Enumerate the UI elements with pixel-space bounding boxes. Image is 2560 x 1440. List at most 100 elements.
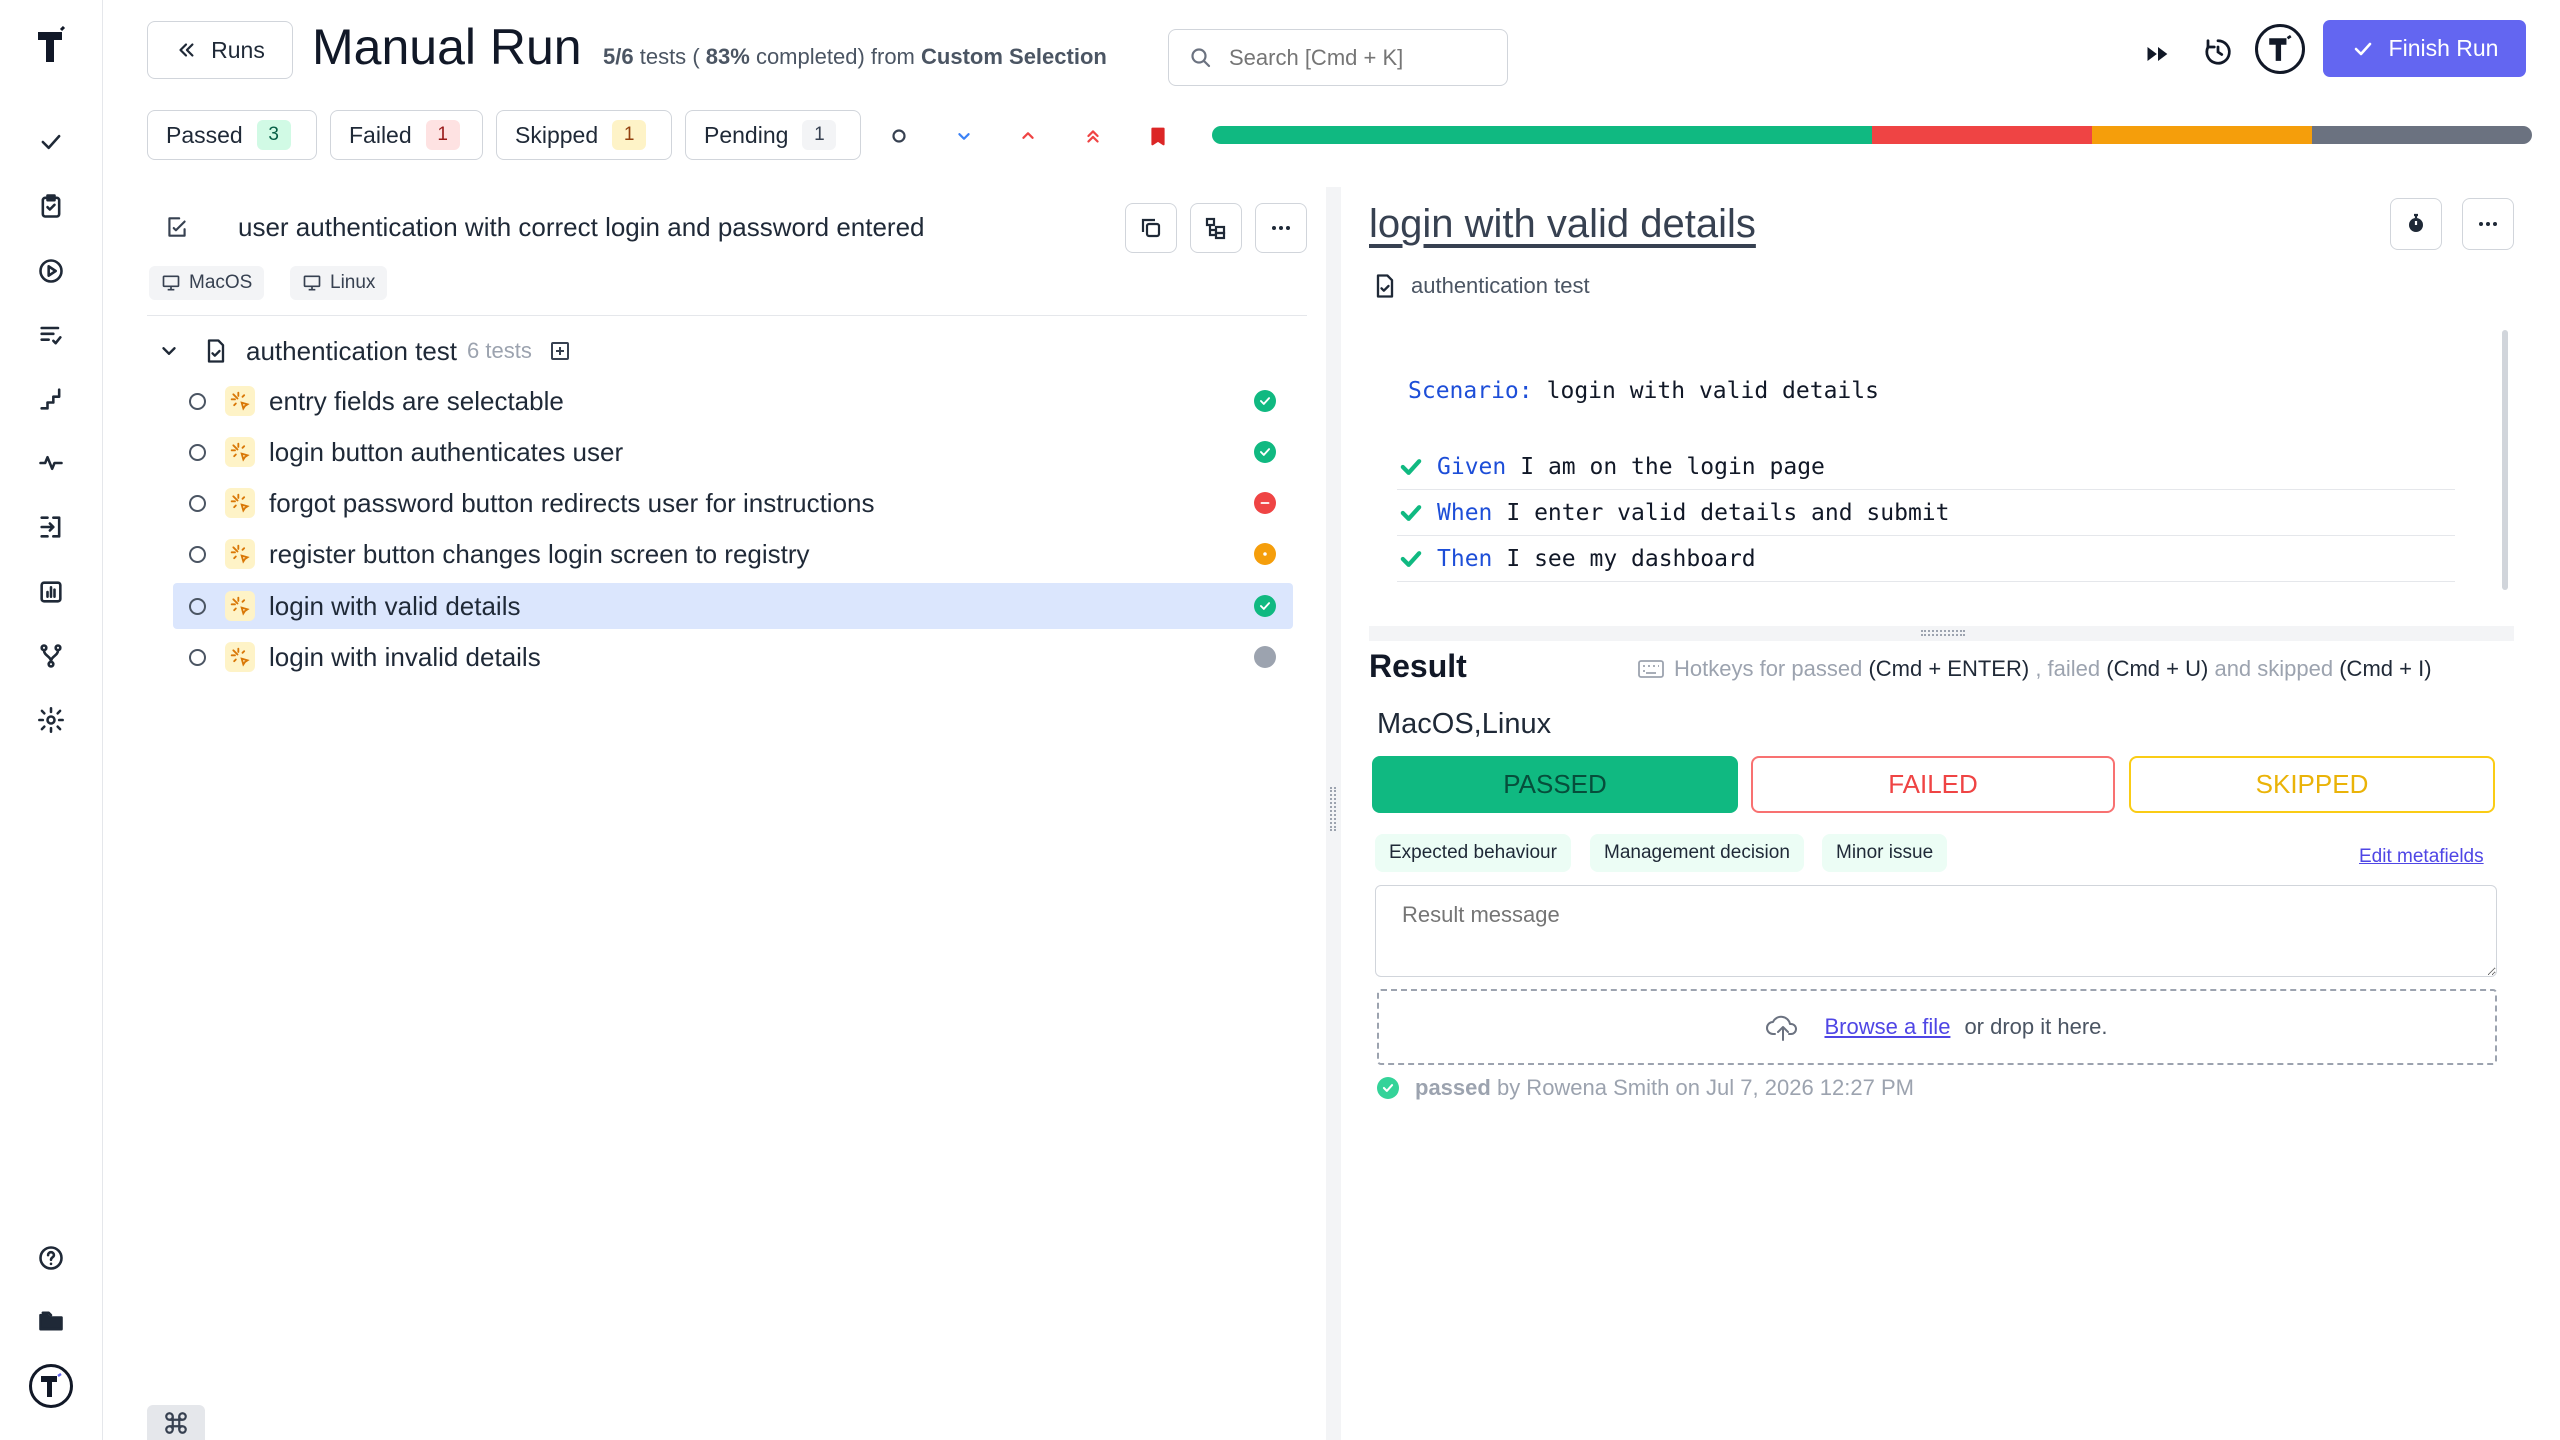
command-palette-button[interactable]: [147, 1405, 205, 1440]
step-text: I see my dashboard: [1506, 545, 1756, 572]
metafield-management-decision[interactable]: Management decision: [1590, 834, 1804, 872]
user-avatar[interactable]: [29, 1364, 73, 1408]
progress-skipped-segment: [2092, 126, 2312, 144]
manual-test-icon: [225, 386, 255, 416]
app-logo[interactable]: [34, 25, 70, 66]
gear-icon[interactable]: [32, 701, 70, 739]
filter-pending[interactable]: Pending 1: [685, 110, 861, 160]
filter-failed-count: 1: [425, 120, 460, 150]
failed-button[interactable]: FAILED: [1751, 756, 2115, 813]
step-text: I enter valid details and submit: [1506, 499, 1950, 526]
scenario-keyword: Scenario:: [1408, 378, 1533, 404]
env-linux-label: Linux: [330, 272, 376, 293]
priority-critical-icon[interactable]: [1075, 118, 1111, 154]
chevron-down-icon[interactable]: [158, 340, 180, 362]
test-row[interactable]: login with valid details: [173, 583, 1293, 629]
clipboard-check-icon[interactable]: [32, 187, 70, 225]
file-dropzone[interactable]: Browse a file or drop it here.: [1377, 989, 2497, 1065]
scenario-name: login with valid details: [1546, 378, 1879, 404]
filter-pending-count: 1: [802, 120, 837, 150]
copy-button[interactable]: [1125, 203, 1177, 253]
monitor-icon: [162, 275, 180, 291]
result-message-input[interactable]: [1375, 885, 2497, 977]
manual-test-icon: [225, 539, 255, 569]
scenario-line: Scenario: login with valid details: [1408, 378, 1879, 404]
manual-test-icon: [225, 437, 255, 467]
checkmark-icon[interactable]: [32, 123, 70, 161]
resize-handle[interactable]: [1369, 626, 2514, 641]
manual-test-icon: [225, 488, 255, 518]
skipped-button[interactable]: SKIPPED: [2129, 756, 2495, 813]
timer-history-icon[interactable]: [2197, 31, 2239, 73]
steps-icon[interactable]: [32, 380, 70, 418]
more-options-button[interactable]: [1255, 203, 1307, 253]
back-to-runs-button[interactable]: Runs: [147, 21, 293, 79]
tree-view-button[interactable]: [1190, 203, 1242, 253]
analytics-icon[interactable]: [32, 573, 70, 611]
history-by: by Rowena Smith on Jul 7, 2026 12:27 PM: [1496, 1075, 1914, 1100]
completed-from: completed) from: [755, 44, 915, 69]
priority-low-icon[interactable]: [946, 118, 982, 154]
test-row[interactable]: login button authenticates user: [173, 429, 1293, 475]
filter-skipped[interactable]: Skipped 1: [496, 110, 672, 160]
detail-more-button[interactable]: [2462, 198, 2514, 250]
test-row[interactable]: login with invalid details: [173, 634, 1293, 680]
browse-file-link[interactable]: Browse a file: [1824, 1014, 1950, 1040]
hotkeys-hint: Hotkeys for passed (Cmd + ENTER) , faile…: [1638, 656, 2432, 682]
row-select-radio[interactable]: [189, 494, 206, 512]
step-keyword: When: [1437, 499, 1493, 526]
detail-suite[interactable]: authentication test: [1371, 272, 1590, 300]
file-check-icon: [1376, 274, 1394, 298]
finish-run-button[interactable]: Finish Run: [2323, 20, 2526, 77]
edit-metafields-link[interactable]: Edit metafields: [2359, 846, 2484, 868]
row-select-radio[interactable]: [189, 545, 206, 563]
add-test-icon[interactable]: [548, 339, 572, 363]
finish-label: Finish Run: [2388, 35, 2499, 61]
row-select-radio[interactable]: [189, 648, 206, 666]
git-branch-icon[interactable]: [32, 637, 70, 675]
play-circle-icon[interactable]: [32, 252, 70, 290]
test-row[interactable]: register button changes login screen to …: [173, 531, 1293, 577]
open-paren: (: [692, 44, 700, 69]
priority-none-icon[interactable]: [881, 118, 917, 154]
test-row[interactable]: entry fields are selectable: [173, 378, 1293, 424]
pulse-icon[interactable]: [32, 444, 70, 482]
gherkin-step: When I enter valid details and submit: [1397, 490, 2455, 536]
search-input[interactable]: [1229, 44, 1489, 71]
row-select-radio[interactable]: [189, 392, 206, 410]
scroll-thumb[interactable]: [2502, 330, 2508, 590]
test-title[interactable]: login with valid details: [1369, 202, 1756, 247]
back-label: Runs: [211, 36, 265, 63]
step-keyword: Then: [1437, 545, 1493, 572]
filter-failed[interactable]: Failed 1: [330, 110, 483, 160]
test-title: login with valid details: [269, 590, 521, 621]
passed-status-icon: [1377, 1077, 1399, 1099]
help-icon[interactable]: [32, 1239, 70, 1277]
hotkeys-prefix: Hotkeys for passed: [1674, 656, 1863, 681]
run-edit-icon[interactable]: [162, 212, 192, 242]
metafield-minor-issue[interactable]: Minor issue: [1822, 834, 1948, 872]
metafield-expected-behaviour[interactable]: Expected behaviour: [1375, 834, 1571, 872]
timer-button[interactable]: [2390, 198, 2442, 250]
fast-forward-icon[interactable]: [2138, 34, 2178, 74]
passed-button[interactable]: PASSED: [1372, 756, 1738, 813]
folder-icon[interactable]: [32, 1302, 70, 1340]
team-logo[interactable]: [2255, 24, 2305, 74]
list-check-icon[interactable]: [32, 316, 70, 354]
keyboard-icon: [1638, 660, 1664, 678]
search-box[interactable]: [1168, 29, 1508, 86]
priority-high-icon[interactable]: [1010, 118, 1046, 154]
filter-passed[interactable]: Passed 3: [147, 110, 317, 160]
row-select-radio[interactable]: [189, 443, 206, 461]
pane-splitter[interactable]: [1326, 187, 1341, 1440]
hotkey-passed: (Cmd + ENTER): [1868, 656, 2030, 681]
bookmark-icon[interactable]: [1140, 118, 1176, 154]
suite-header[interactable]: authentication test 6 tests: [158, 332, 572, 370]
run-source: Custom Selection: [921, 44, 1107, 69]
import-icon[interactable]: [32, 508, 70, 546]
hotkey-skipped: (Cmd + I): [2339, 656, 2432, 681]
env-tag-linux: Linux: [290, 266, 388, 300]
row-select-radio[interactable]: [189, 597, 206, 615]
detail-suite-name: authentication test: [1411, 273, 1590, 298]
test-row[interactable]: forgot password button redirects user fo…: [173, 480, 1293, 526]
